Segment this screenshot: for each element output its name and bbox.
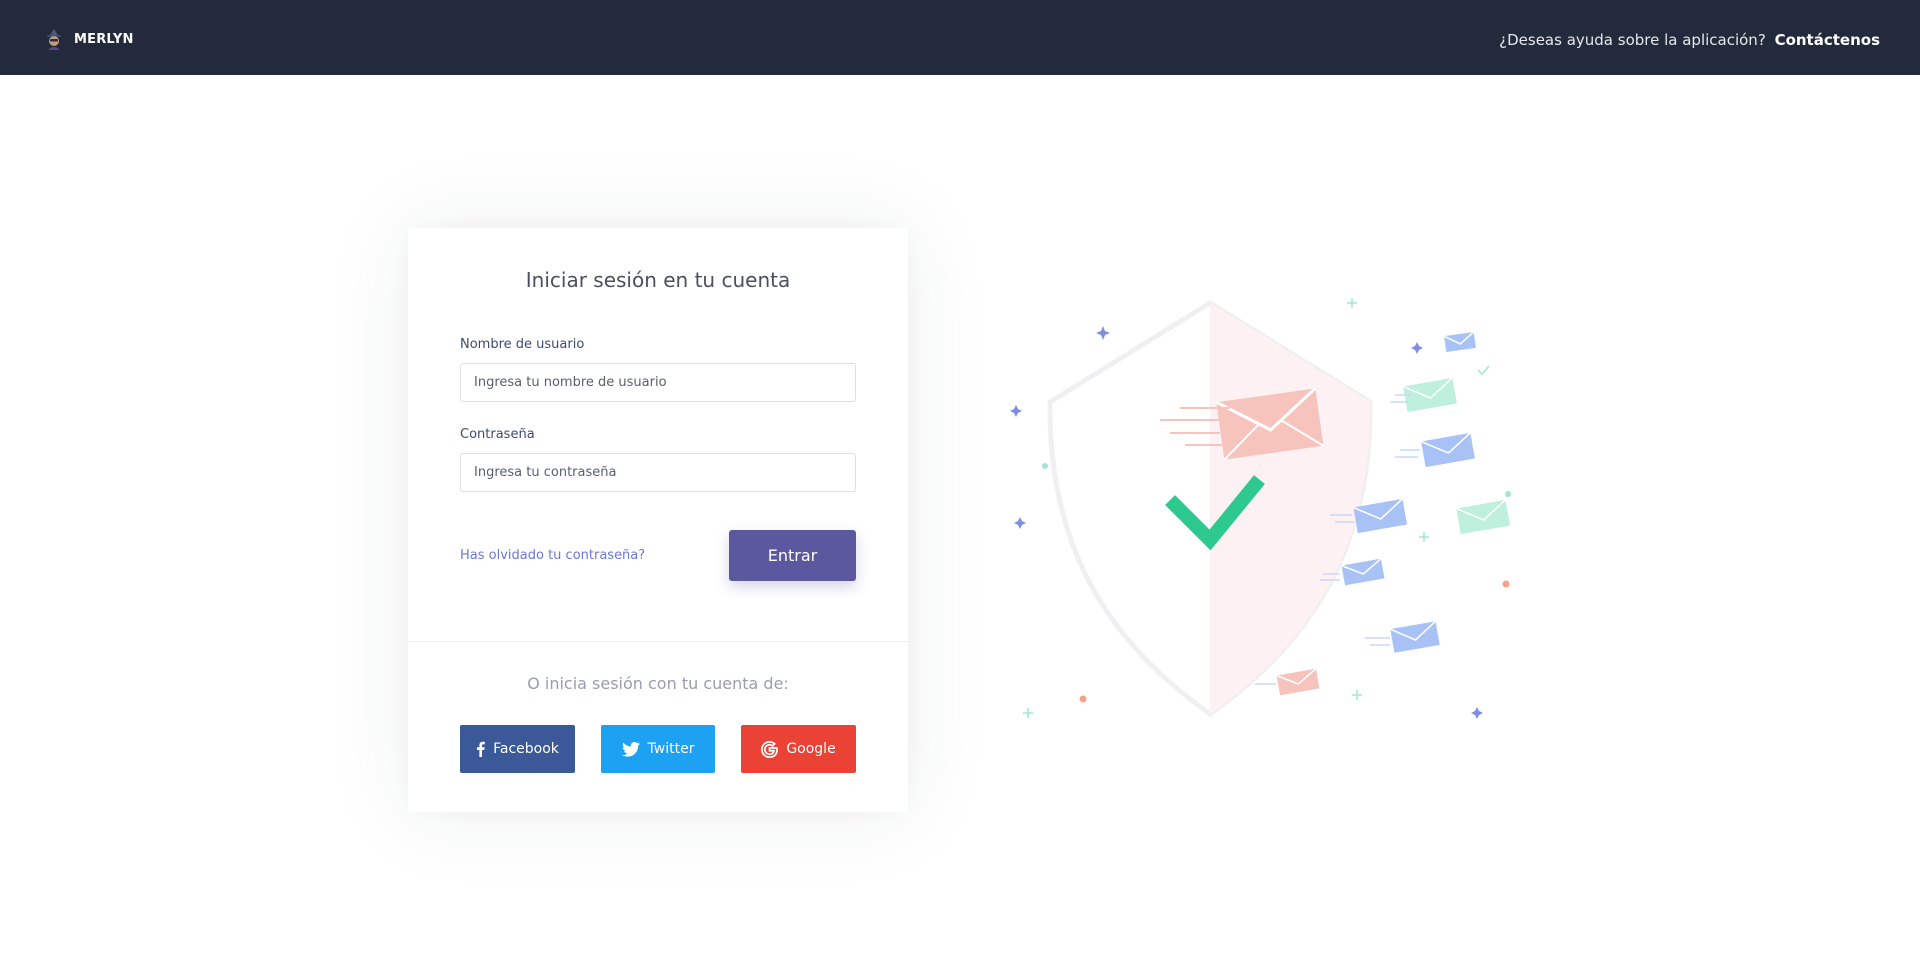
envelope-icon bbox=[1389, 620, 1440, 653]
facebook-icon bbox=[477, 741, 485, 757]
security-illustration bbox=[1010, 298, 1511, 719]
password-input[interactable] bbox=[460, 453, 856, 492]
alt-login-text: O inicia sesión con tu cuenta de: bbox=[527, 674, 789, 693]
merlyn-logo-icon bbox=[47, 29, 61, 50]
forgot-password-link[interactable]: Has olvidado tu contraseña? bbox=[460, 548, 645, 563]
shield-illustration bbox=[1047, 300, 1373, 718]
login-submit-button[interactable]: Entrar bbox=[729, 530, 856, 581]
login-title: Iniciar sesión en tu cuenta bbox=[525, 268, 791, 292]
envelope-icon bbox=[1341, 558, 1385, 586]
envelope-icon bbox=[1456, 499, 1511, 535]
envelope-icon bbox=[1276, 668, 1320, 696]
envelope-icon bbox=[1402, 377, 1457, 413]
google-icon bbox=[761, 740, 779, 758]
twitter-label: Twitter bbox=[647, 741, 695, 757]
google-label: Google bbox=[786, 741, 836, 757]
username-input[interactable] bbox=[460, 363, 856, 402]
twitter-icon bbox=[621, 741, 640, 757]
facebook-label: Facebook bbox=[493, 741, 559, 757]
facebook-login-button[interactable]: Facebook bbox=[460, 725, 575, 773]
password-label: Contraseña bbox=[460, 427, 535, 442]
help-question: ¿Deseas ayuda sobre la aplicación? bbox=[1499, 31, 1766, 49]
username-label: Nombre de usuario bbox=[460, 337, 585, 352]
login-card: Iniciar sesión en tu cuenta Nombre de us… bbox=[408, 228, 908, 812]
envelope-icon bbox=[1443, 331, 1476, 353]
divider bbox=[408, 641, 908, 642]
twitter-login-button[interactable]: Twitter bbox=[601, 725, 715, 773]
brand-name: MERLYN bbox=[74, 31, 134, 47]
contact-link[interactable]: Contáctenos bbox=[1775, 31, 1880, 49]
help-section: ¿Deseas ayuda sobre la aplicación? Contá… bbox=[1499, 31, 1880, 49]
brand[interactable]: MERLYN bbox=[44, 28, 134, 50]
google-login-button[interactable]: Google bbox=[741, 725, 856, 773]
envelope-icon bbox=[1420, 432, 1475, 468]
top-navbar: MERLYN ¿Deseas ayuda sobre la aplicación… bbox=[0, 0, 1920, 75]
